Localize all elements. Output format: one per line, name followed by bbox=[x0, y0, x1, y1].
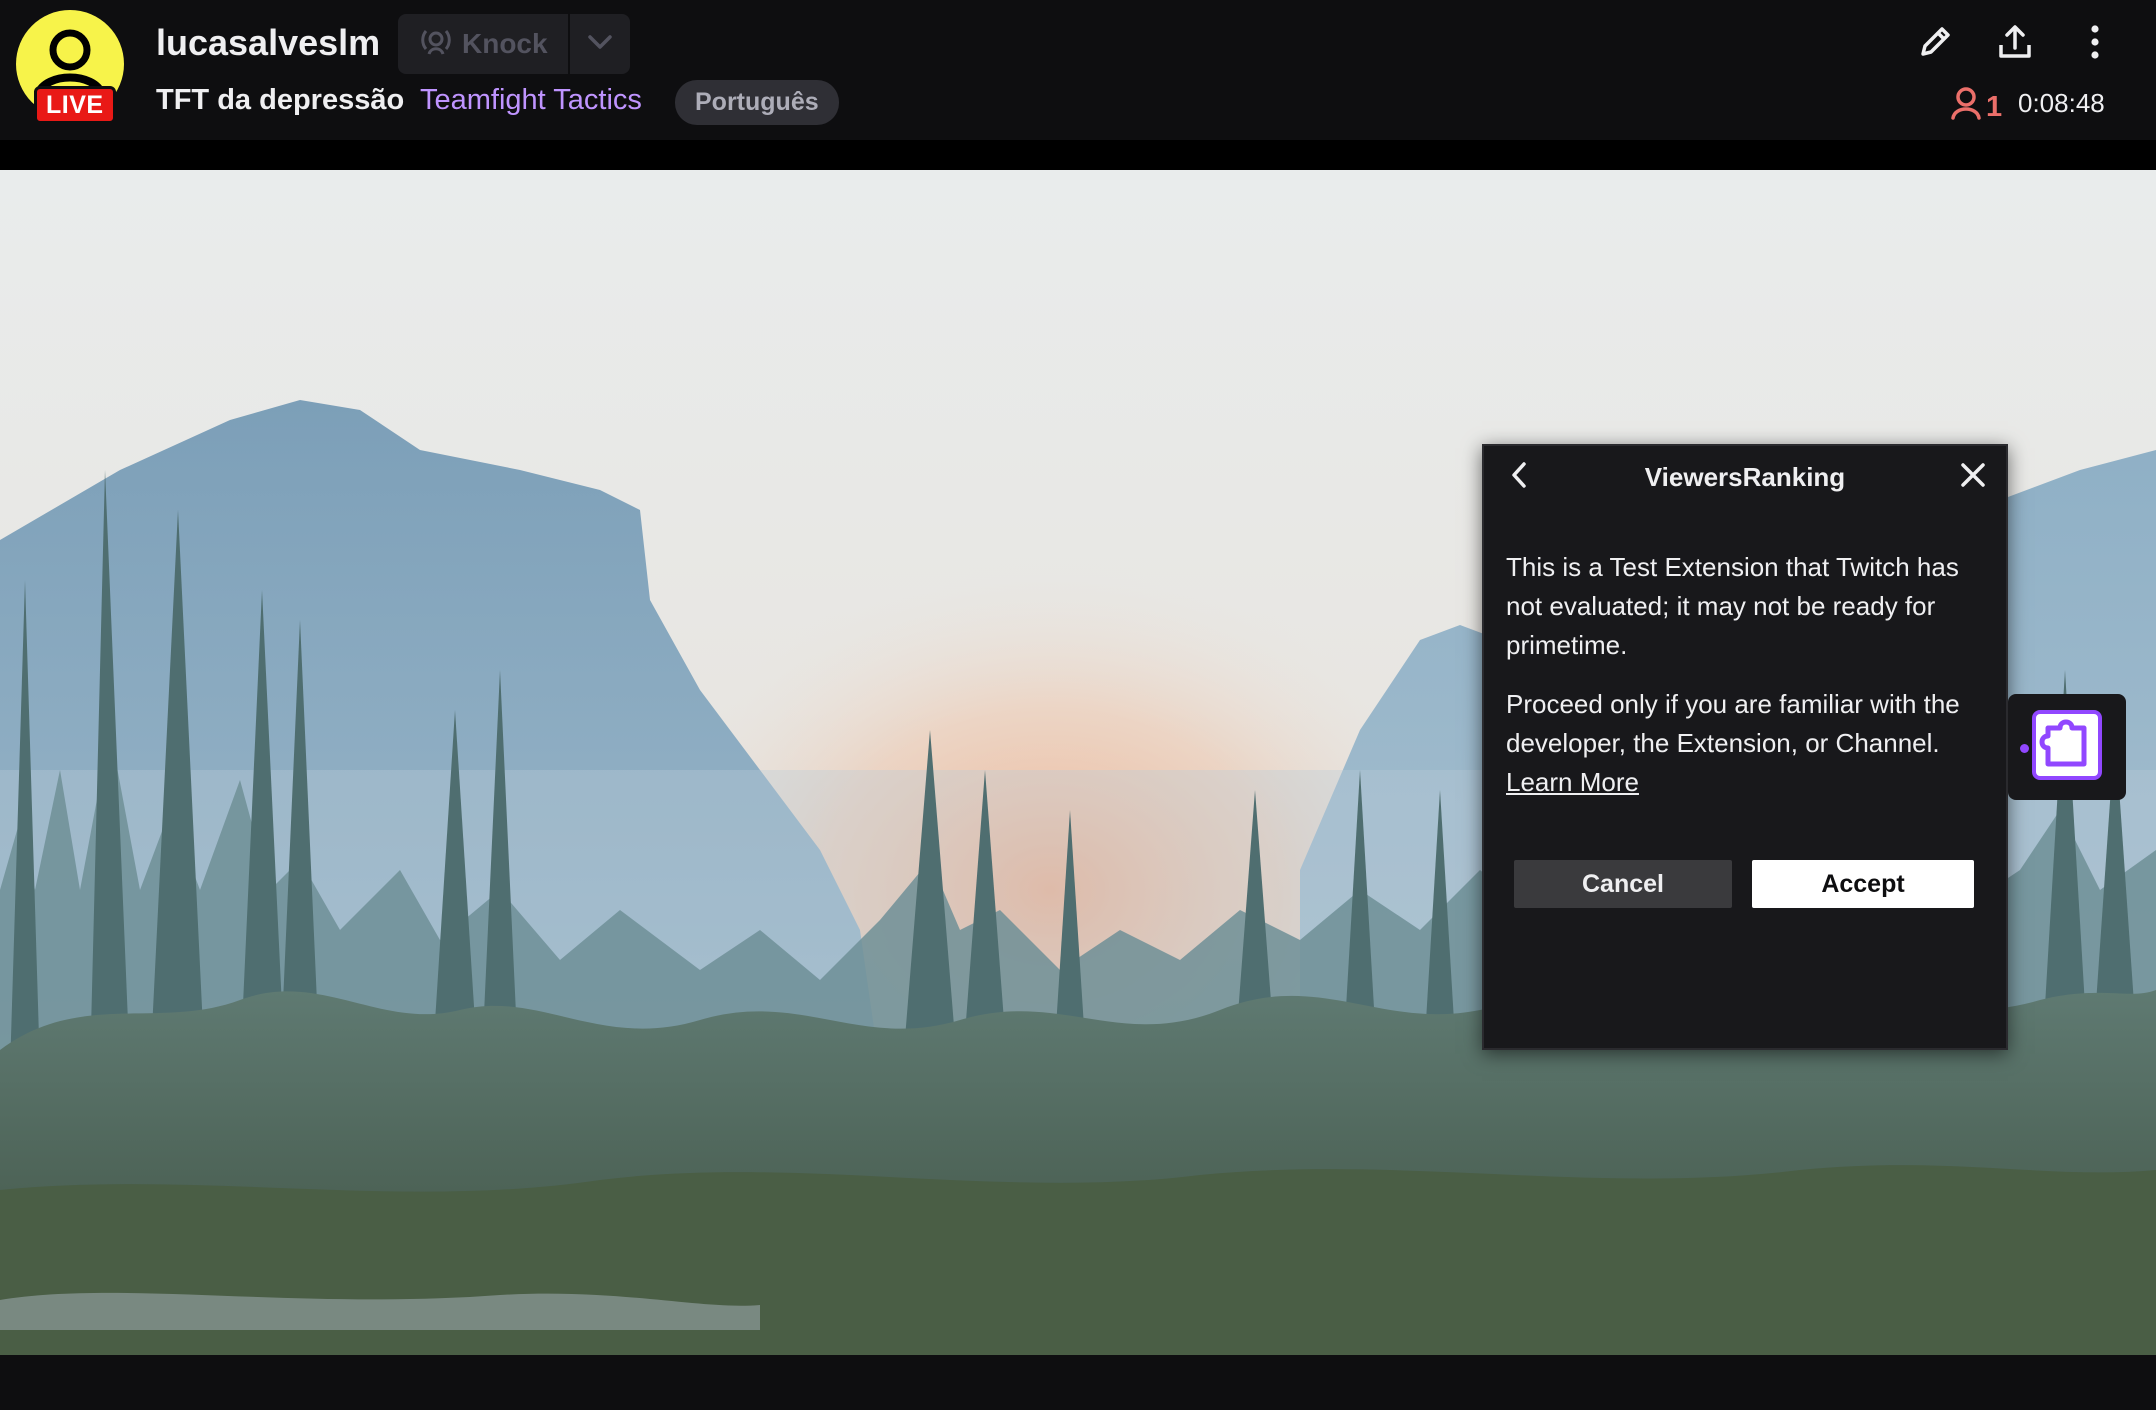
knock-button-group: Knock bbox=[398, 14, 630, 74]
back-button[interactable] bbox=[1502, 460, 1536, 494]
more-options-button[interactable] bbox=[2073, 22, 2117, 66]
channel-header: LIVE lucasalveslm Knock TFT da depressão… bbox=[0, 0, 2156, 140]
extension-title: ViewersRanking bbox=[1644, 461, 1846, 492]
close-button[interactable] bbox=[1956, 460, 1990, 494]
knock-dropdown-button[interactable] bbox=[569, 14, 630, 74]
player-bottom-bar bbox=[0, 1355, 2156, 1410]
cancel-button[interactable]: Cancel bbox=[1514, 860, 1732, 908]
extension-dialog-header: ViewersRanking bbox=[1484, 446, 2006, 508]
share-icon bbox=[1996, 23, 2034, 66]
chevron-left-icon bbox=[1510, 461, 1528, 494]
stream-title: TFT da depressão bbox=[156, 84, 405, 116]
more-icon bbox=[2089, 23, 2101, 66]
knock-button[interactable]: Knock bbox=[398, 14, 570, 74]
extension-launcher-button[interactable] bbox=[2008, 694, 2126, 800]
viewer-count: 1 bbox=[1950, 86, 2002, 128]
proceed-text: Proceed only if you are familiar with th… bbox=[1506, 689, 1960, 758]
learn-more-link[interactable]: Learn More bbox=[1506, 763, 1984, 802]
notification-dot bbox=[2020, 744, 2029, 753]
language-tag[interactable]: Português bbox=[675, 80, 839, 125]
viewer-icon bbox=[1950, 86, 1982, 128]
viewer-count-value: 1 bbox=[1986, 90, 2003, 123]
knock-icon bbox=[420, 27, 452, 62]
channel-name[interactable]: lucasalveslm bbox=[156, 22, 380, 64]
header-divider bbox=[0, 140, 2156, 170]
edit-button[interactable] bbox=[1913, 22, 1957, 66]
close-icon bbox=[1960, 462, 1986, 493]
accept-button[interactable]: Accept bbox=[1752, 860, 1974, 908]
knock-label: Knock bbox=[462, 28, 548, 59]
share-button[interactable] bbox=[1993, 22, 2037, 66]
extension-dialog-body: This is a Test Extension that Twitch has… bbox=[1484, 508, 2006, 802]
live-badge: LIVE bbox=[34, 86, 116, 124]
avatar[interactable]: LIVE bbox=[16, 10, 128, 124]
game-link[interactable]: Teamfight Tactics bbox=[420, 84, 642, 117]
edit-icon bbox=[1916, 23, 1954, 66]
extension-dialog: ViewersRanking This is a Test Extension … bbox=[1482, 444, 2008, 1050]
warning-text: This is a Test Extension that Twitch has… bbox=[1506, 552, 1959, 660]
puzzle-icon bbox=[2032, 709, 2102, 785]
extension-dialog-actions: Cancel Accept bbox=[1514, 860, 1974, 908]
chevron-down-icon bbox=[587, 34, 613, 55]
stream-uptime: 0:08:48 bbox=[2018, 88, 2105, 118]
